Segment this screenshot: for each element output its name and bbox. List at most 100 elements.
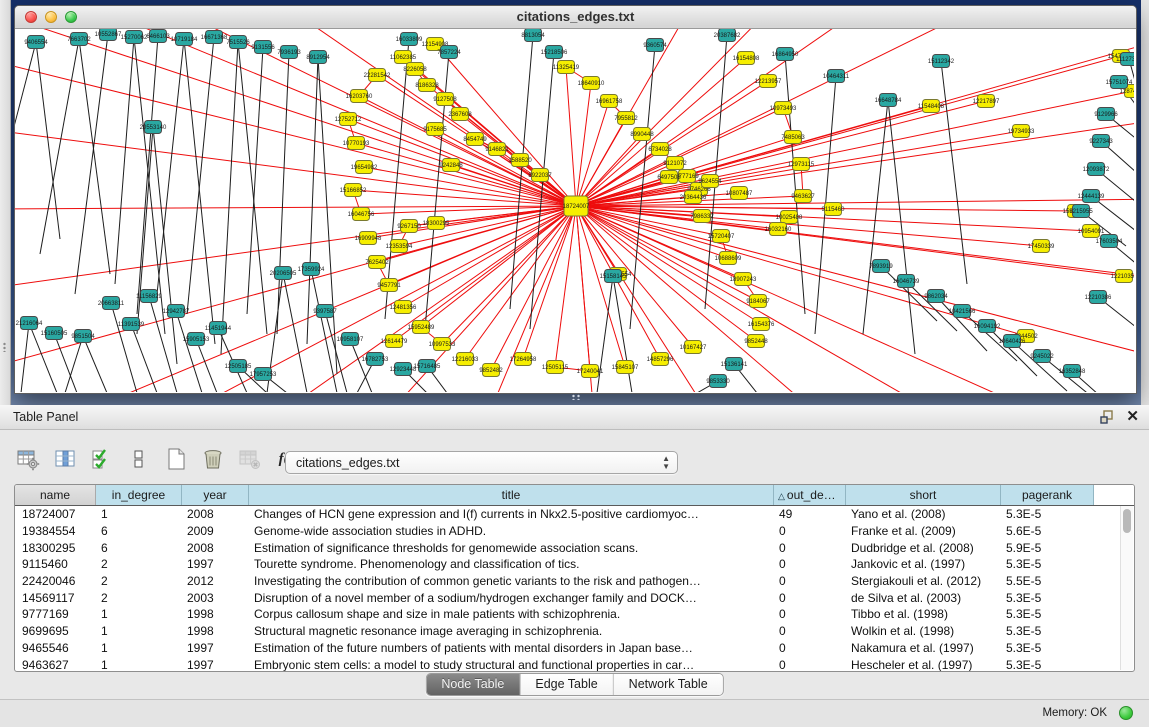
delete-icon[interactable] [199, 445, 227, 473]
graph-node[interactable]: 10688609 [715, 252, 742, 265]
table-cell[interactable]: 5.3E-5 [1001, 591, 1094, 605]
graph-node[interactable]: 20206505 [270, 267, 297, 280]
graph-node[interactable]: 15716485 [414, 360, 441, 373]
graph-node[interactable]: 11062385 [390, 51, 417, 64]
graph-node[interactable]: 16864950 [772, 48, 799, 61]
tab-node-table[interactable]: Node Table [426, 674, 520, 695]
table-cell[interactable]: 0 [774, 574, 846, 588]
table-cell[interactable]: Changes of HCN gene expression and I(f) … [249, 507, 774, 521]
column-header-pagerank[interactable]: pagerank [1001, 485, 1094, 505]
graph-node[interactable]: 7893919 [869, 260, 893, 273]
graph-node[interactable]: 8912954 [306, 51, 330, 64]
table-cell[interactable]: 0 [774, 591, 846, 605]
table-cell[interactable]: Estimation of significance thresholds fo… [249, 541, 774, 555]
graph-node[interactable]: 22281542 [364, 69, 391, 82]
graph-node[interactable]: 10719184 [171, 33, 198, 46]
table-cell[interactable]: Genome-wide association studies in ADHD. [249, 524, 774, 538]
table-cell[interactable]: 9463627 [15, 658, 96, 672]
graph-node[interactable]: 9267150 [397, 220, 421, 233]
table-row[interactable]: 946362711997Embryonic stem cells: a mode… [15, 656, 1134, 672]
graph-node[interactable]: 15218506 [541, 46, 568, 59]
table-cell[interactable]: 0 [774, 524, 846, 538]
table-cell[interactable]: Franke et al. (2009) [846, 524, 1001, 538]
graph-node[interactable]: 9360574 [643, 39, 667, 52]
table-cell[interactable]: 5.6E-5 [1001, 524, 1094, 538]
graph-node[interactable]: 12942787 [163, 305, 190, 318]
graph-node[interactable]: 12093872 [1083, 163, 1110, 176]
table-cell[interactable]: Stergiakouli et al. (2012) [846, 574, 1001, 588]
table-cell[interactable]: 5.3E-5 [1001, 607, 1094, 621]
table-cell[interactable]: de Silva et al. (2003) [846, 591, 1001, 605]
graph-node[interactable]: 10997533 [429, 338, 456, 351]
graph-node[interactable]: 9397587 [313, 305, 337, 318]
graph-node[interactable]: 12444139 [1078, 190, 1105, 203]
graph-node[interactable]: 17603504 [1096, 235, 1123, 248]
graph-node[interactable]: 9121072 [663, 157, 687, 170]
graph-node[interactable]: 9406554 [24, 36, 48, 49]
table-cell[interactable]: Estimation of the future numbers of pati… [249, 641, 774, 655]
graph-node[interactable]: 8922037 [528, 169, 552, 182]
graph-node[interactable]: 8813054 [521, 29, 545, 42]
graph-node[interactable]: 12353594 [386, 240, 413, 253]
graph-node[interactable]: 16782753 [362, 353, 389, 366]
tab-network-table[interactable]: Network Table [614, 674, 723, 695]
new-table-icon[interactable] [162, 445, 190, 473]
table-cell[interactable]: 2003 [182, 591, 249, 605]
graph-node[interactable]: 17450339 [1028, 240, 1055, 253]
graph-node[interactable]: 12505115 [542, 361, 569, 374]
table-cell[interactable]: 1998 [182, 624, 249, 638]
table-cell[interactable]: 2009 [182, 524, 249, 538]
graph-node[interactable]: 9851504 [71, 330, 95, 343]
graph-node[interactable]: 20387682 [714, 29, 741, 42]
zoom-window-icon[interactable] [65, 11, 77, 23]
graph-node[interactable]: 6734028 [648, 143, 672, 156]
table-cell[interactable]: Investigating the contribution of common… [249, 574, 774, 588]
graph-node[interactable]: 9852482 [479, 364, 503, 377]
table-cell[interactable]: 9115460 [15, 557, 96, 571]
graph-node[interactable]: 15112342 [928, 55, 955, 68]
table-cell[interactable]: 6 [96, 541, 182, 555]
graph-node[interactable]: 12752712 [335, 113, 362, 126]
graph-node[interactable]: 17359924 [298, 263, 325, 276]
graph-node[interactable]: 10421566 [949, 305, 976, 318]
graph-node[interactable]: 19734933 [1008, 125, 1035, 138]
graph-node[interactable]: 1588520 [508, 154, 532, 167]
graph-node[interactable]: 9245022 [1030, 350, 1054, 363]
table-cell[interactable]: 18300295 [15, 541, 96, 555]
splitter-grip-icon[interactable] [571, 394, 581, 400]
table-cell[interactable]: Dudbridge et al. (2008) [846, 541, 1001, 555]
left-splitter[interactable] [0, 0, 11, 405]
graph-node[interactable]: 12216033 [452, 353, 479, 366]
select-rows-icon[interactable] [88, 445, 116, 473]
graph-node[interactable]: 9624554 [698, 175, 722, 188]
graph-node[interactable]: 10552867 [95, 29, 122, 41]
graph-node[interactable]: 7485063 [781, 131, 805, 144]
graph-node[interactable]: 12973115 [788, 158, 815, 171]
table-cell[interactable]: 0 [774, 557, 846, 571]
table-cell[interactable]: 1 [96, 507, 182, 521]
table-cell[interactable]: 49 [774, 507, 846, 521]
close-window-icon[interactable] [25, 11, 37, 23]
column-header-out_de[interactable]: △out_de… [774, 485, 846, 505]
graph-node[interactable]: 16961758 [596, 95, 623, 108]
table-settings-icon[interactable] [14, 445, 42, 473]
graph-node[interactable]: 15270062 [121, 31, 148, 44]
graph-node[interactable]: 11451944 [205, 322, 232, 335]
table-cell[interactable]: 14569117 [15, 591, 96, 605]
table-cell[interactable]: 0 [774, 607, 846, 621]
graph-node[interactable]: 12217897 [973, 95, 1000, 108]
table-cell[interactable]: 9465546 [15, 641, 96, 655]
table-cell[interactable]: Nakamura et al. (1997) [846, 641, 1001, 655]
table-cell[interactable]: 5.3E-5 [1001, 507, 1094, 521]
column-header-short[interactable]: short [846, 485, 1001, 505]
graph-node[interactable]: 17957253 [250, 368, 277, 381]
table-row[interactable]: 1456911722003Disruption of a novel membe… [15, 589, 1134, 606]
table-cell[interactable]: Jankovic et al. (1997) [846, 557, 1001, 571]
column-header-in_degree[interactable]: in_degree [96, 485, 182, 505]
graph-node[interactable]: 16154808 [733, 52, 760, 65]
graph-node[interactable]: 9146821 [485, 143, 509, 156]
graph-node[interactable]: 12210356 [1111, 270, 1134, 283]
graph-node[interactable]: 15166852 [340, 184, 367, 197]
table-cell[interactable]: 19384554 [15, 524, 96, 538]
graph-node[interactable]: 10464311 [823, 70, 850, 83]
